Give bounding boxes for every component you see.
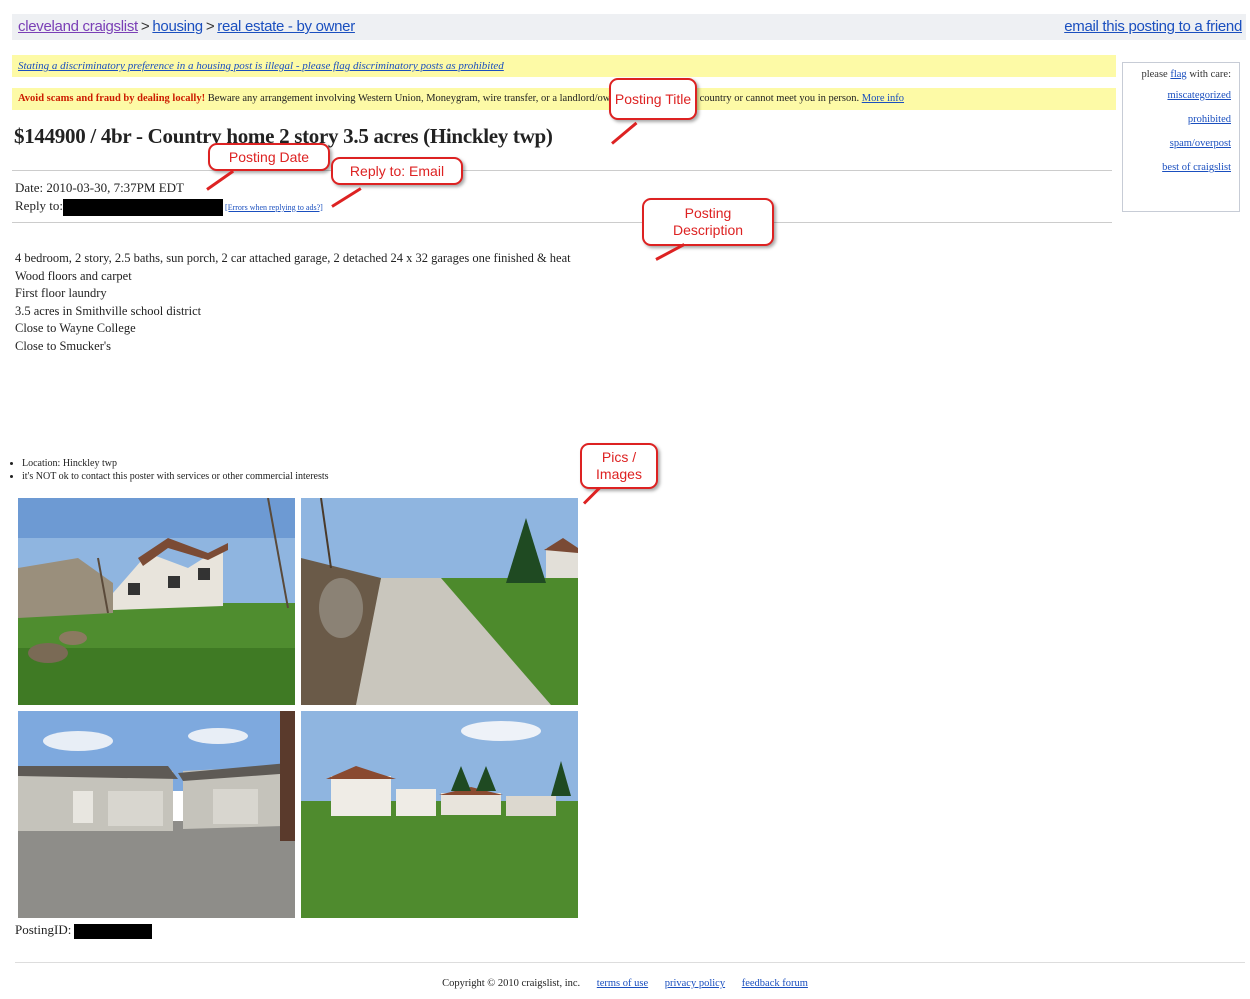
description-line: Wood floors and carpet [15, 268, 132, 283]
flag-miscategorized-link[interactable]: miscategorized [1131, 90, 1231, 101]
description-line: Close to Smucker's [15, 338, 111, 353]
reply-errors-link[interactable]: [Errors when replying to ads?] [225, 203, 323, 212]
flag-best-of-link[interactable]: best of craigslist [1131, 162, 1231, 173]
flag-heading-pre: please [1141, 69, 1168, 80]
breadcrumb-separator: > [140, 18, 150, 35]
posting-id-redacted [74, 923, 153, 939]
footer: Copyright © 2010 craigslist, inc. terms … [0, 978, 1250, 989]
breadcrumb: cleveland craigslist > housing > real estate… [18, 18, 355, 35]
flag-prohibited-link[interactable]: prohibited [1131, 114, 1231, 125]
divider [12, 170, 1112, 171]
driveway-photo[interactable] [301, 498, 578, 705]
breadcrumb-section-link[interactable]: real estate - by owner [217, 18, 355, 35]
breadcrumb-housing-link[interactable]: housing [152, 18, 203, 35]
privacy-policy-link[interactable]: privacy policy [665, 978, 725, 989]
date-label: Date: [15, 180, 44, 195]
callout-tail [582, 486, 601, 505]
callout-posting-title: Posting Title [609, 78, 697, 120]
scam-notice-text: Beware any arrangement involving Western… [205, 93, 862, 104]
garage-photo[interactable] [18, 711, 295, 918]
scam-more-info-link[interactable]: More info [862, 93, 904, 104]
description-line: First floor laundry [15, 286, 107, 300]
house-photo[interactable] [18, 498, 295, 705]
description-line: 3.5 acres in Smithville school district [15, 303, 202, 318]
flag-box: please flag with care: miscategorized pr… [1122, 62, 1240, 212]
callout-tail [611, 121, 638, 145]
description-line: 4 bedroom, 2 story, 2.5 baths, sun porch… [15, 251, 571, 265]
copyright-text: Copyright © 2010 craigslist, inc. [442, 978, 581, 989]
email-posting-link[interactable]: email this posting to a friend [1064, 18, 1242, 35]
no-commercial-bullet: it's NOT ok to contact this poster with … [22, 470, 329, 483]
posting-bullets: Location: Hinckley twp it's NOT ok to co… [10, 457, 329, 483]
flag-spam-link[interactable]: spam/overpost [1131, 138, 1231, 149]
posting-description: 4 bedroom, 2 story, 2.5 baths, sun porch… [15, 250, 571, 355]
flag-heading-post: with care: [1189, 69, 1231, 80]
breadcrumb-bar: cleveland craigslist > housing > real estate… [12, 14, 1246, 40]
posting-id-row: PostingID: [15, 922, 153, 939]
callout-reply-to: Reply to: Email [331, 157, 463, 185]
flag-box-heading: please flag with care: [1131, 69, 1231, 80]
callout-tail [331, 187, 362, 208]
breadcrumb-home-link[interactable]: cleveland craigslist [18, 18, 138, 35]
scam-notice-heading: Avoid scams and fraud by dealing locally… [18, 93, 206, 104]
reply-row: Reply to: [Errors when replying to ads?] [15, 198, 323, 216]
reply-label: Reply to: [15, 198, 64, 213]
scam-notice: Avoid scams and fraud by dealing locally… [12, 88, 1116, 110]
terms-of-use-link[interactable]: terms of use [597, 978, 648, 989]
flag-link[interactable]: flag [1170, 69, 1186, 80]
date-value: 2010-03-30, 7:37PM EDT [46, 180, 184, 195]
callout-tail [206, 169, 235, 191]
location-bullet: Location: Hinckley twp [22, 457, 329, 470]
reply-email-redacted[interactable] [63, 198, 224, 216]
divider [12, 222, 1112, 223]
callout-posting-date: Posting Date [208, 143, 330, 171]
feedback-forum-link[interactable]: feedback forum [742, 978, 808, 989]
callout-posting-description: Posting Description [642, 198, 774, 246]
posting-date-row: Date: 2010-03-30, 7:37PM EDT [15, 180, 184, 196]
callout-pics-images: Pics / Images [580, 443, 658, 489]
photo-gallery [18, 498, 578, 918]
discrimination-notice-link[interactable]: Stating a discriminatory preference in a… [18, 60, 504, 72]
description-line: Close to Wayne College [15, 321, 136, 335]
discrimination-notice: Stating a discriminatory preference in a… [12, 55, 1116, 77]
breadcrumb-separator: > [205, 18, 215, 35]
footer-divider [15, 962, 1245, 963]
yard-photo[interactable] [301, 711, 578, 918]
posting-id-label: PostingID: [15, 922, 72, 937]
